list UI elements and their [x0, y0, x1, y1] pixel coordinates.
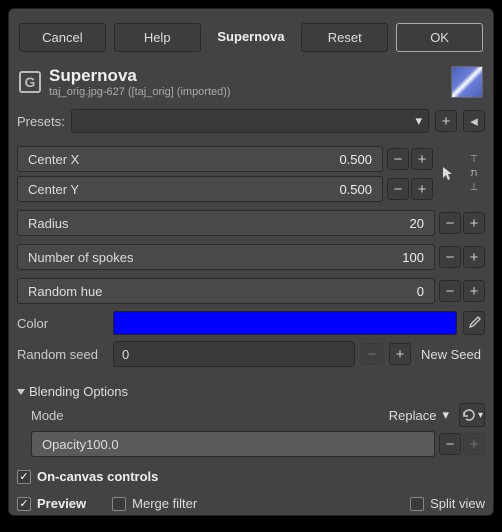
center-y-increment-button[interactable]: +	[411, 178, 433, 200]
blending-section: Blending Options Mode Replace ▾ ▾ Opacit…	[17, 378, 485, 461]
dialog-button-row: Cancel Help Supernova Reset OK	[17, 17, 485, 62]
center-group: Center X 0.500 − + Center Y 0.500 − +	[17, 142, 485, 206]
seed-row: Random seed 0 − + New Seed	[17, 341, 485, 367]
radius-decrement-button[interactable]: −	[439, 212, 461, 234]
reset-button[interactable]: Reset	[301, 23, 388, 52]
presets-add-button[interactable]: +	[435, 110, 457, 132]
spokes-row: Number of spokes 100 − +	[17, 244, 485, 270]
mode-link-button[interactable]: ▾	[459, 403, 485, 427]
mode-row: Mode Replace ▾ ▾	[31, 403, 485, 427]
center-x-input[interactable]: Center X 0.500	[17, 146, 383, 172]
dialog-title: Supernova	[209, 23, 294, 52]
random-hue-label: Random hue	[28, 284, 102, 299]
radius-input[interactable]: Radius 20	[17, 210, 435, 236]
radius-value: 20	[410, 216, 424, 231]
random-hue-row: Random hue 0 − +	[17, 278, 485, 304]
center-y-input[interactable]: Center Y 0.500	[17, 176, 383, 202]
header: G Supernova taj_orig.jpg-627 ([taj_orig]…	[17, 62, 485, 106]
seed-decrement-button: −	[361, 343, 383, 365]
center-x-decrement-button[interactable]: −	[387, 148, 409, 170]
opacity-value: 100.0	[86, 437, 119, 452]
filter-title: Supernova	[49, 67, 231, 84]
color-row: Color	[17, 311, 485, 335]
radius-row: Radius 20 − +	[17, 210, 485, 236]
opacity-input[interactable]: Opacity 100.0	[31, 431, 435, 457]
radius-increment-button[interactable]: +	[463, 212, 485, 234]
preview-checkbox[interactable]	[17, 497, 31, 511]
center-y-value: 0.500	[339, 182, 372, 197]
color-picker-button[interactable]	[463, 311, 485, 335]
spokes-value: 100	[402, 250, 424, 265]
preview-label: Preview	[37, 496, 86, 511]
seed-value: 0	[122, 347, 129, 362]
center-fields: Center X 0.500 − + Center Y 0.500 − +	[17, 142, 433, 206]
center-x-label: Center X	[28, 152, 79, 167]
preview-thumbnail[interactable]	[451, 66, 483, 98]
split-view-checkbox[interactable]	[410, 497, 424, 511]
mode-label: Mode	[31, 408, 64, 423]
center-y-decrement-button[interactable]: −	[387, 178, 409, 200]
center-y-label: Center Y	[28, 182, 79, 197]
chevron-down-icon: ▾	[478, 410, 483, 421]
filter-subtitle: taj_orig.jpg-627 ([taj_orig] (imported))	[49, 86, 231, 98]
on-canvas-checkbox[interactable]	[17, 470, 31, 484]
random-hue-increment-button[interactable]: +	[463, 280, 485, 302]
seed-increment-button[interactable]: +	[389, 343, 411, 365]
header-text: Supernova taj_orig.jpg-627 ([taj_orig] (…	[49, 67, 231, 98]
triangle-down-icon	[17, 389, 25, 395]
mode-dropdown[interactable]: Replace ▾	[385, 407, 453, 423]
bottom-row: Preview Merge filter Split view	[17, 496, 485, 511]
opacity-label: Opacity	[42, 437, 86, 452]
on-canvas-label: On-canvas controls	[37, 469, 158, 484]
spokes-decrement-button[interactable]: −	[439, 246, 461, 268]
radius-label: Radius	[28, 216, 68, 231]
presets-dropdown[interactable]: ▾	[71, 109, 429, 133]
opacity-row: Opacity 100.0 − +	[31, 431, 485, 457]
center-x-row: Center X 0.500 − +	[17, 146, 433, 172]
ok-button[interactable]: OK	[396, 23, 483, 52]
spokes-label: Number of spokes	[28, 250, 134, 265]
presets-label: Presets:	[17, 114, 65, 129]
opacity-increment-button: +	[463, 433, 485, 455]
random-hue-input[interactable]: Random hue 0	[17, 278, 435, 304]
color-label: Color	[17, 316, 107, 331]
random-hue-value: 0	[417, 284, 424, 299]
center-pick-button[interactable]	[437, 142, 459, 206]
opacity-decrement-button[interactable]: −	[439, 433, 461, 455]
help-button[interactable]: Help	[114, 23, 201, 52]
gimp-icon: G	[19, 71, 41, 93]
presets-row: Presets: ▾ + ◂	[17, 109, 485, 133]
merge-filter-label: Merge filter	[132, 496, 197, 511]
center-unit-selector[interactable]: ⊤ ת ⊥	[463, 142, 485, 206]
dialog: Cancel Help Supernova Reset OK G Superno…	[8, 8, 494, 516]
split-view-label: Split view	[430, 496, 485, 511]
new-seed-button[interactable]: New Seed	[417, 343, 485, 366]
blending-title: Blending Options	[29, 384, 128, 399]
seed-label: Random seed	[17, 347, 107, 362]
random-hue-decrement-button[interactable]: −	[439, 280, 461, 302]
center-y-row: Center Y 0.500 − +	[17, 176, 433, 202]
center-x-value: 0.500	[339, 152, 372, 167]
center-x-increment-button[interactable]: +	[411, 148, 433, 170]
presets-menu-button[interactable]: ◂	[463, 110, 485, 132]
on-canvas-row[interactable]: On-canvas controls	[17, 469, 485, 484]
eyedropper-icon	[467, 316, 481, 330]
chevron-down-icon: ▾	[442, 407, 449, 423]
seed-input[interactable]: 0	[113, 341, 355, 367]
mode-value: Replace	[389, 408, 437, 423]
cancel-button[interactable]: Cancel	[19, 23, 106, 52]
chevron-down-icon: ▾	[415, 113, 422, 129]
merge-filter-checkbox[interactable]	[112, 497, 126, 511]
color-swatch[interactable]	[113, 311, 457, 335]
reset-icon	[461, 408, 477, 422]
blending-expander[interactable]: Blending Options	[17, 384, 485, 399]
spokes-increment-button[interactable]: +	[463, 246, 485, 268]
spokes-input[interactable]: Number of spokes 100	[17, 244, 435, 270]
